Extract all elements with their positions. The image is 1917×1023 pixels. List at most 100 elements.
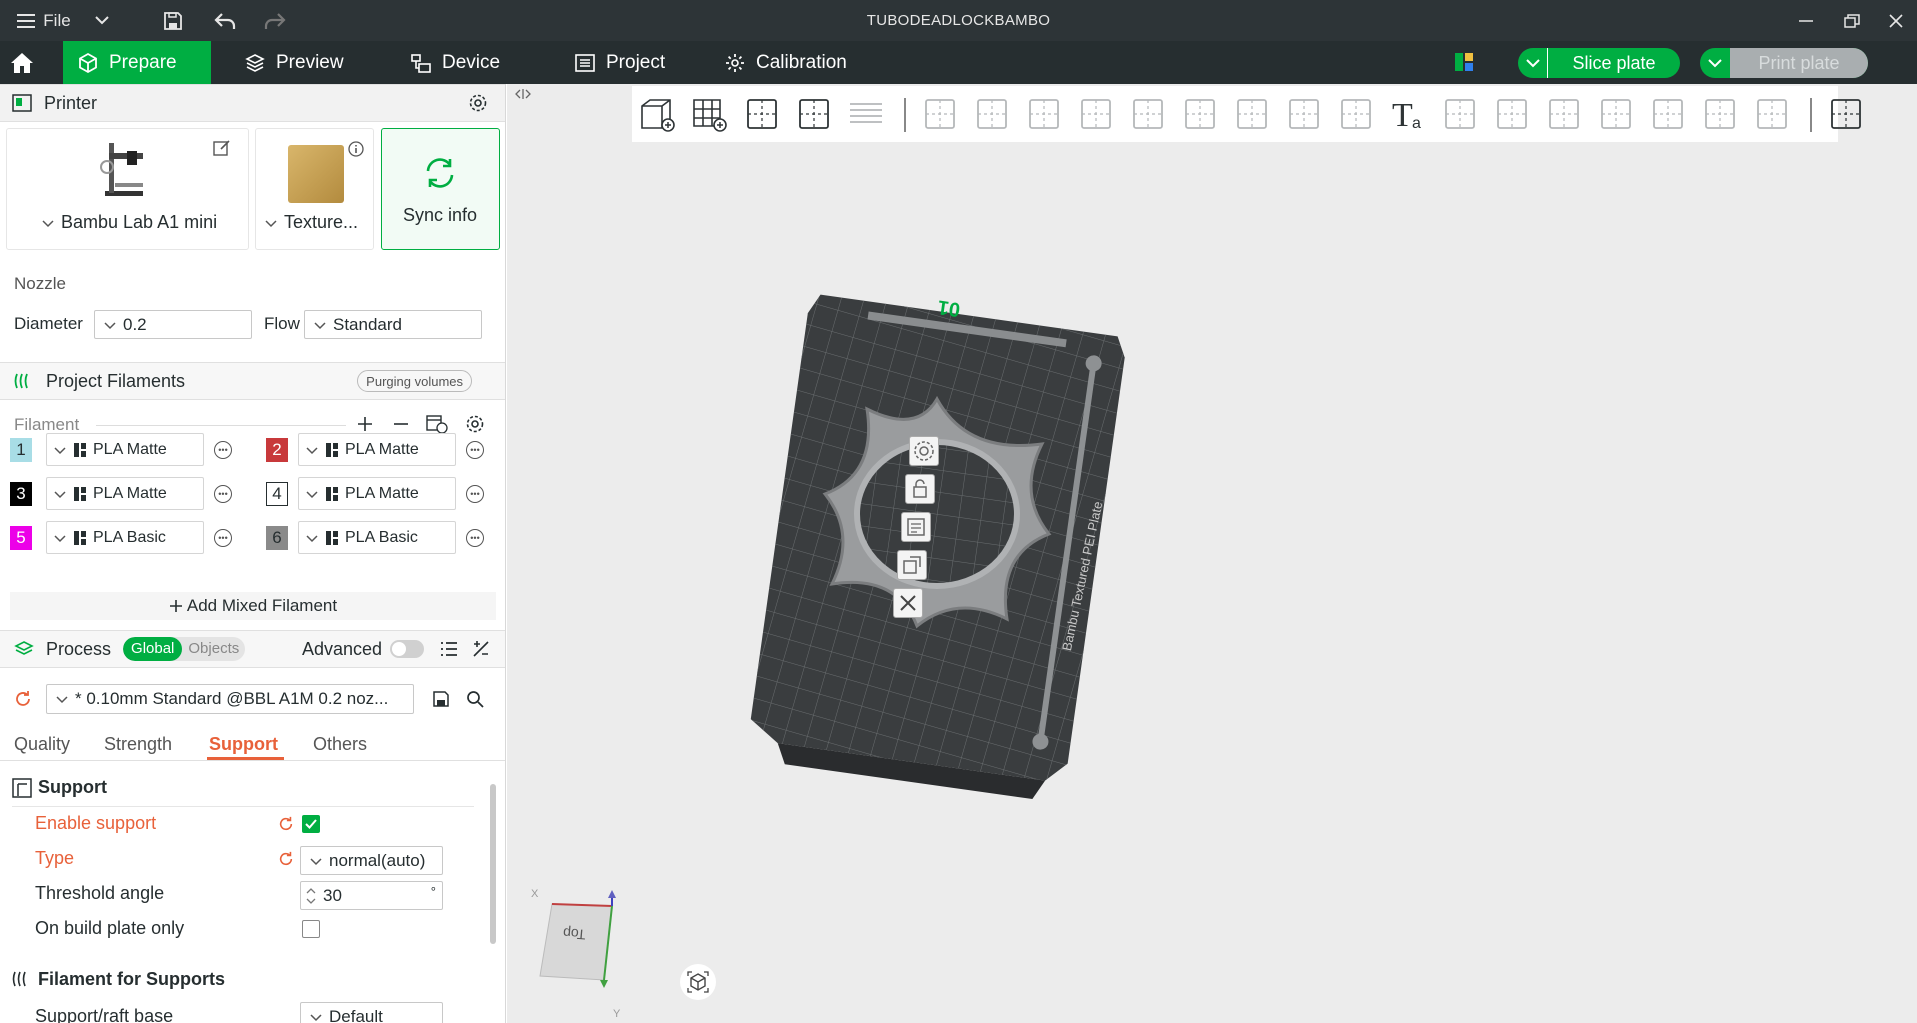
- layout-toggle-icon[interactable]: [1454, 52, 1474, 72]
- support-raft-base-select[interactable]: Default: [300, 1002, 443, 1023]
- printer-dropdown[interactable]: Bambu Lab A1 mini: [41, 212, 217, 233]
- 3d-viewport[interactable]: 01 Bambu Textured PEI Plate Top X Y: [507, 84, 1917, 1023]
- filament-6-more-icon[interactable]: •••: [466, 529, 484, 547]
- assembly-icon[interactable]: [1544, 94, 1584, 134]
- threshold-angle-stepper[interactable]: 30 °: [300, 881, 443, 910]
- view-fit-icon[interactable]: [680, 964, 716, 1000]
- auto-orient-icon[interactable]: [742, 94, 782, 134]
- filament-2-more-icon[interactable]: •••: [466, 441, 484, 459]
- close-icon[interactable]: [1886, 0, 1906, 41]
- rotate-icon[interactable]: [972, 94, 1012, 134]
- filament-2-select[interactable]: PLA Matte: [298, 433, 456, 466]
- search-icon[interactable]: [466, 690, 484, 708]
- purging-volumes-button[interactable]: Purging volumes: [357, 370, 472, 392]
- slice-tool-icon[interactable]: [1648, 94, 1688, 134]
- add-plate-icon[interactable]: [690, 94, 730, 134]
- plate-delete-icon[interactable]: [893, 588, 923, 618]
- split-layers-icon[interactable]: [846, 94, 886, 134]
- filament-settings-icon[interactable]: [465, 414, 485, 434]
- print-plate-button[interactable]: Print plate: [1700, 48, 1868, 78]
- minimize-icon[interactable]: [1796, 0, 1816, 41]
- boolean-icon[interactable]: [1180, 94, 1220, 134]
- build-plate-only-checkbox[interactable]: [302, 920, 320, 938]
- slice-plate-button[interactable]: Slice plate: [1518, 48, 1680, 78]
- filament-3-select[interactable]: PLA Matte: [46, 477, 204, 510]
- filament-3-color-swatch[interactable]: 3: [10, 482, 32, 506]
- restore-icon[interactable]: [1841, 0, 1863, 41]
- build-plate[interactable]: [747, 274, 1137, 814]
- plate-select-card[interactable]: Texture...: [255, 128, 374, 250]
- subtab-strength[interactable]: Strength: [104, 734, 172, 755]
- tab-prepare[interactable]: Prepare: [63, 41, 211, 84]
- subtab-quality[interactable]: Quality: [14, 734, 70, 755]
- objects-toggle-option[interactable]: Objects: [182, 637, 245, 661]
- color-paint-icon[interactable]: [1336, 94, 1376, 134]
- support-type-select[interactable]: normal(auto): [300, 846, 443, 875]
- undo-icon[interactable]: [212, 0, 238, 41]
- tab-device[interactable]: Device: [396, 41, 536, 84]
- move-icon[interactable]: [920, 94, 960, 134]
- emboss-icon[interactable]: [1440, 94, 1480, 134]
- sync-filament-icon[interactable]: [426, 414, 448, 434]
- reset-enable-support-icon[interactable]: [278, 816, 294, 832]
- filament-4-color-swatch[interactable]: 4: [266, 482, 288, 506]
- printer-select-card[interactable]: Bambu Lab A1 mini: [6, 128, 249, 250]
- filament-1-select[interactable]: PLA Matte: [46, 433, 204, 466]
- supports-paint-icon[interactable]: [1232, 94, 1272, 134]
- menu-dropdown-icon[interactable]: [92, 0, 112, 41]
- filament-5-more-icon[interactable]: •••: [214, 529, 232, 547]
- filament-5-select[interactable]: PLA Basic: [46, 521, 204, 554]
- view-toggle-icon[interactable]: [1826, 94, 1866, 134]
- save-icon[interactable]: [160, 0, 186, 41]
- placeholder-icon[interactable]: [1700, 94, 1740, 134]
- remove-filament-icon[interactable]: [392, 415, 410, 433]
- scale-icon[interactable]: [1024, 94, 1064, 134]
- advanced-toggle[interactable]: [390, 640, 424, 658]
- arrange-icon[interactable]: [794, 94, 834, 134]
- ruler-icon[interactable]: [1752, 94, 1792, 134]
- filament-4-select[interactable]: PLA Matte: [298, 477, 456, 510]
- seam-paint-icon[interactable]: [1284, 94, 1324, 134]
- text-icon[interactable]: Ta: [1388, 94, 1428, 134]
- add-object-icon[interactable]: [638, 94, 678, 134]
- collapse-sidebar-icon[interactable]: [515, 88, 531, 100]
- compare-icon[interactable]: [472, 640, 490, 658]
- filament-4-more-icon[interactable]: •••: [466, 485, 484, 503]
- diameter-select[interactable]: 0.2: [94, 310, 252, 339]
- plate-lock-icon[interactable]: [905, 474, 935, 504]
- navigation-cube[interactable]: [532, 884, 642, 994]
- add-mixed-filament-button[interactable]: Add Mixed Filament: [10, 592, 496, 620]
- filament-1-more-icon[interactable]: •••: [214, 441, 232, 459]
- print-dropdown-icon[interactable]: [1700, 48, 1730, 78]
- file-menu[interactable]: File: [42, 0, 72, 41]
- save-preset-icon[interactable]: [432, 690, 450, 708]
- home-icon[interactable]: [0, 41, 44, 84]
- tab-project[interactable]: Project: [560, 41, 700, 84]
- reset-preset-icon[interactable]: [14, 690, 32, 708]
- plate-dropdown[interactable]: Texture...: [264, 212, 358, 233]
- measure-volume-icon[interactable]: [1492, 94, 1532, 134]
- settings-scrollbar[interactable]: [490, 784, 496, 944]
- subtab-others[interactable]: Others: [313, 734, 367, 755]
- enable-support-checkbox[interactable]: [302, 815, 320, 833]
- stepper-arrows-icon[interactable]: [305, 885, 317, 907]
- slice-dropdown-icon[interactable]: [1518, 48, 1548, 78]
- flow-select[interactable]: Standard: [304, 310, 482, 339]
- reset-type-icon[interactable]: [278, 851, 294, 867]
- cut-icon[interactable]: [1128, 94, 1168, 134]
- filament-5-color-swatch[interactable]: 5: [10, 526, 32, 550]
- filament-3-more-icon[interactable]: •••: [214, 485, 232, 503]
- subtab-support[interactable]: Support: [209, 734, 278, 755]
- filament-2-color-swatch[interactable]: 2: [266, 438, 288, 462]
- layer-range-icon[interactable]: [1596, 94, 1636, 134]
- filament-6-select[interactable]: PLA Basic: [298, 521, 456, 554]
- global-objects-toggle[interactable]: Global Objects: [123, 637, 246, 661]
- plate-orient-icon[interactable]: [897, 550, 927, 580]
- hamburger-menu-icon[interactable]: [14, 0, 38, 41]
- tab-calibration[interactable]: Calibration: [710, 41, 870, 84]
- plate-settings-icon[interactable]: [909, 436, 939, 466]
- global-toggle-option[interactable]: Global: [123, 637, 183, 661]
- printer-settings-icon[interactable]: [468, 93, 488, 113]
- tab-preview[interactable]: Preview: [230, 41, 370, 84]
- plate-arrange-icon[interactable]: [901, 512, 931, 542]
